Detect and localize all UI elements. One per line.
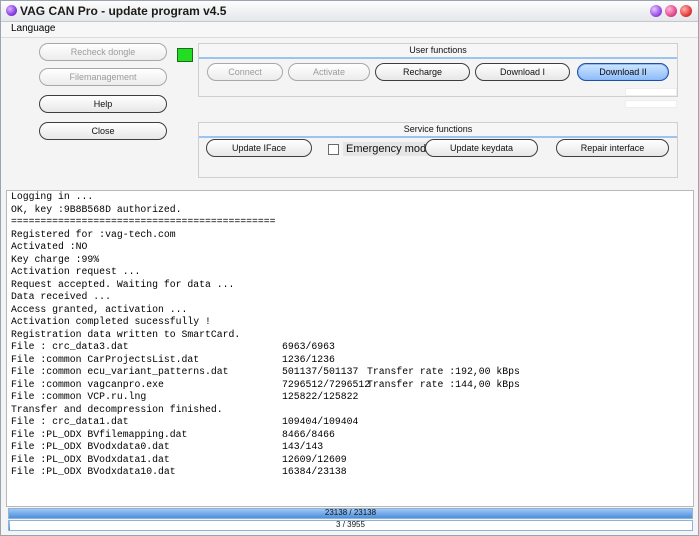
log-line: File :PL_ODX BVodxdata10.dat 16384/23138 <box>7 466 693 479</box>
help-button[interactable]: Help <box>39 95 167 113</box>
file-progress-label: 23138 / 23138 <box>324 508 377 517</box>
log-line: File :common vagcanpro.exe 7296512/729651… <box>7 379 693 392</box>
emergency-mode-toggle[interactable]: Emergency mode <box>328 142 436 156</box>
log-message: File : crc_data3.dat <box>11 341 129 352</box>
log-size: 12609/12609 <box>282 453 347 465</box>
update-keydata-button[interactable]: Update keydata <box>425 139 538 157</box>
log-line: Registered for :vag-tech.com <box>7 229 693 242</box>
activate-button[interactable]: Activate <box>288 63 370 81</box>
log-size: 8466/8466 <box>282 428 335 440</box>
title-bar[interactable]: VAG CAN Pro - update program v4.5 <box>1 1 698 22</box>
log-line: ========================================… <box>7 216 693 229</box>
log-size: 143/143 <box>282 441 324 452</box>
service-functions-header: Service functions <box>199 123 677 138</box>
log-message: Request accepted. Waiting for data ... <box>11 278 235 290</box>
log-size: 109404/109404 <box>282 416 359 427</box>
filemanagement-button[interactable]: Filemanagement <box>39 68 167 86</box>
main-window: VAG CAN Pro - update program v4.5 Langua… <box>0 0 699 536</box>
log-message: File :PL_ODX BVodxdata0.dat <box>11 441 170 452</box>
total-progress-bar: 3 / 3955 <box>8 520 693 531</box>
log-message: Registered for :vag-tech.com <box>11 228 176 240</box>
log-line: Access granted, activation ... <box>7 304 693 317</box>
log-line: OK, key :9B8B568D authorized. <box>7 204 693 217</box>
log-size: 16384/23138 <box>282 466 347 477</box>
log-message: Activation request ... <box>11 266 141 277</box>
update-iface-button[interactable]: Update IFace <box>206 139 312 157</box>
maximize-icon[interactable] <box>665 5 677 17</box>
log-size: 1236/1236 <box>282 353 335 365</box>
log-line: File :PL_ODX BVodxdata0.dat 143/143 <box>7 441 693 454</box>
connect-button[interactable]: Connect <box>207 63 283 81</box>
download-2-button[interactable]: Download II <box>577 63 669 81</box>
log-message: File :PL_ODX BVodxdata10.dat <box>11 466 176 477</box>
log-message: File :common CarProjectsList.dat <box>11 353 200 365</box>
repair-interface-button[interactable]: Repair interface <box>556 139 669 157</box>
log-message: ========================================… <box>11 216 276 227</box>
log-line: File :PL_ODX BVodxdata1.dat 12609/12609 <box>7 454 693 467</box>
log-message: Data received ... <box>11 291 111 302</box>
log-line: File :PL_ODX BVfilemapping.dat 8466/8466 <box>7 429 693 442</box>
download-1-button[interactable]: Download I <box>475 63 570 81</box>
log-line: Transfer and decompression finished. <box>7 404 693 417</box>
log-transfer-rate: Transfer rate :192,00 kBps <box>367 366 520 377</box>
log-line: Key charge :99% <box>7 254 693 267</box>
log-line: File :common ecu_variant_patterns.dat 501… <box>7 366 693 379</box>
log-line: Activation completed sucessfully ! <box>7 316 693 329</box>
log-message: File :PL_ODX BVodxdata1.dat <box>11 453 170 465</box>
status-field-2 <box>625 100 677 108</box>
log-message: File :common VCP.ru.lng <box>11 391 147 402</box>
log-size: 7296512/7296512 <box>282 378 371 390</box>
log-message: Key charge :99% <box>11 253 100 265</box>
log-size: 125822/125822 <box>282 391 359 402</box>
status-field-1 <box>625 88 677 96</box>
dongle-status-indicator <box>177 48 193 62</box>
log-message: File :common vagcanpro.exe <box>11 378 164 390</box>
log-line: Activated :NO <box>7 241 693 254</box>
emergency-mode-label: Emergency mode <box>343 142 436 156</box>
log-line: Registration data written to SmartCard. <box>7 329 693 342</box>
emergency-mode-checkbox[interactable] <box>328 143 339 155</box>
user-functions-header: User functions <box>199 44 677 59</box>
recheck-dongle-button[interactable]: Recheck dongle <box>39 43 167 61</box>
log-message: Access granted, activation ... <box>11 303 188 315</box>
log-size: 501137/501137 <box>282 366 359 377</box>
recharge-button[interactable]: Recharge <box>375 63 470 81</box>
log-line: Activation request ... <box>7 266 693 279</box>
log-size: 6963/6963 <box>282 341 335 352</box>
log-message: Activation completed sucessfully ! <box>11 316 211 327</box>
close-button[interactable]: Close <box>39 122 167 140</box>
log-message: Logging in ... <box>11 191 94 202</box>
log-line: File :common VCP.ru.lng 125822/125822 <box>7 391 693 404</box>
log-line: File : crc_data3.dat 6963/6963 <box>7 341 693 354</box>
log-transfer-rate: Transfer rate :144,00 kBps <box>367 378 520 390</box>
log-line: File : crc_data1.dat 109404/109404 <box>7 416 693 429</box>
file-progress-bar: 23138 / 23138 <box>8 508 693 519</box>
log-message: Transfer and decompression finished. <box>11 403 223 415</box>
log-line: Data received ... <box>7 291 693 304</box>
log-message: Activated :NO <box>11 241 88 252</box>
window-title: VAG CAN Pro - update program v4.5 <box>20 4 227 18</box>
log-message: OK, key :9B8B568D authorized. <box>11 203 182 215</box>
log-line: Request accepted. Waiting for data ... <box>7 279 693 292</box>
log-message: File :common ecu_variant_patterns.dat <box>11 366 229 377</box>
menu-bar: Language <box>1 22 698 38</box>
total-progress-label: 3 / 3955 <box>336 520 365 529</box>
menu-language[interactable]: Language <box>11 23 56 34</box>
log-message: File :PL_ODX BVfilemapping.dat <box>11 428 188 440</box>
log-message: Registration data written to SmartCard. <box>11 328 241 340</box>
close-icon[interactable] <box>680 5 692 17</box>
log-line: Logging in ... <box>7 191 693 204</box>
app-icon <box>6 5 17 16</box>
log-message: File : crc_data1.dat <box>11 416 129 427</box>
minimize-icon[interactable] <box>650 5 662 17</box>
log-output[interactable]: Logging in ... OK, key :9B8B568D authoriz… <box>6 190 694 507</box>
log-line: File :common CarProjectsList.dat 1236/123… <box>7 354 693 367</box>
